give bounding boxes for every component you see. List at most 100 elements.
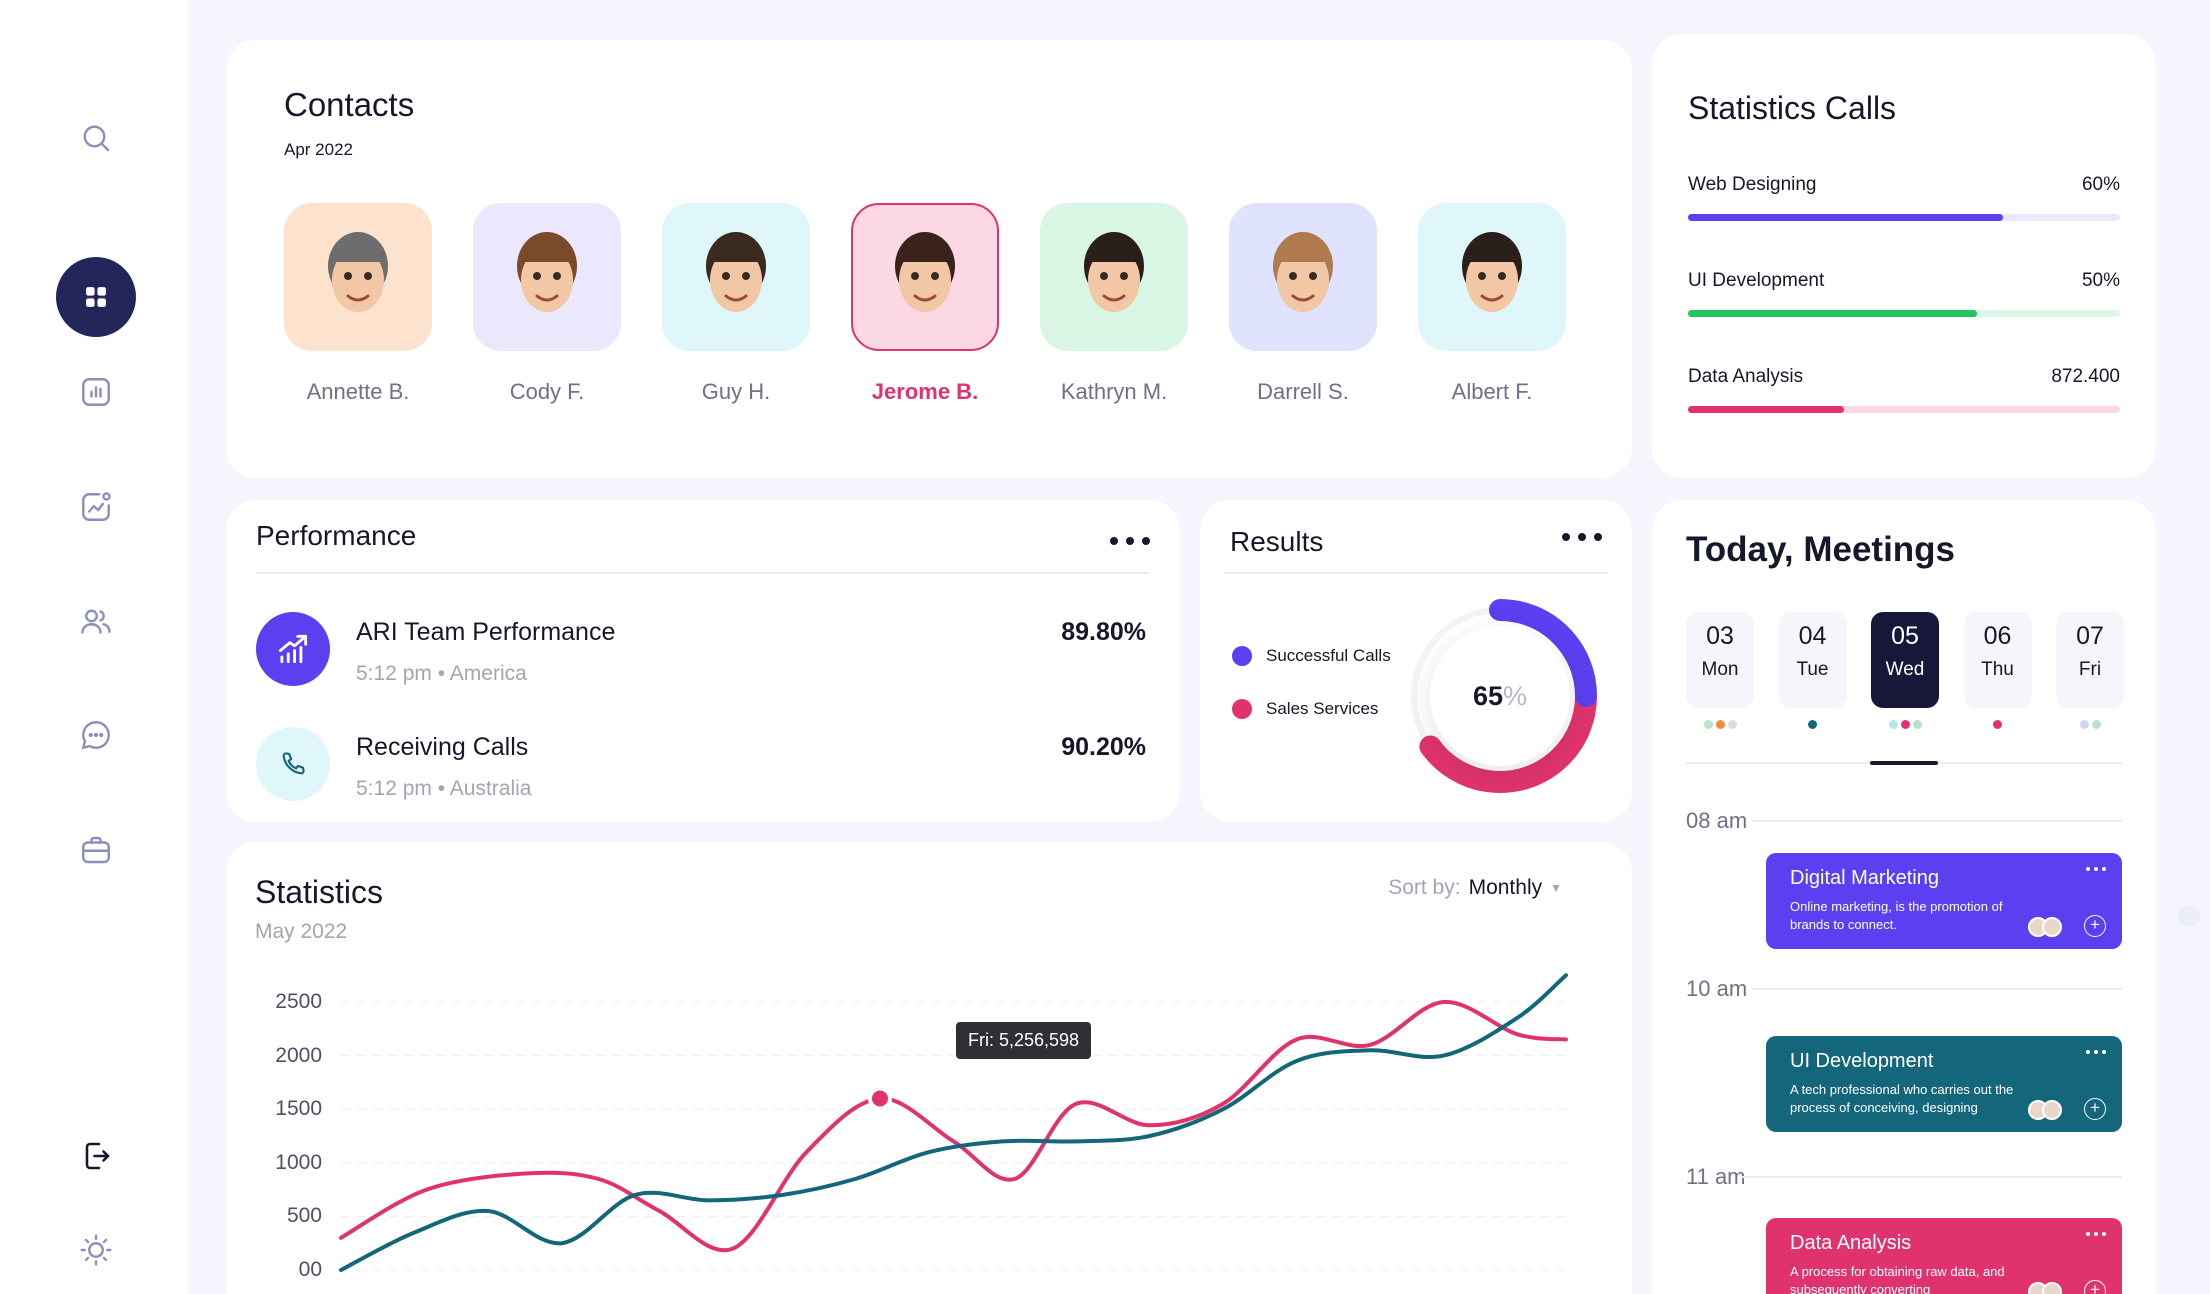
event-dot [1912,720,1922,729]
day-wed[interactable]: 05 Wed [1871,612,1939,708]
time-label: 08 am [1686,808,1748,833]
legend-swatch [1232,699,1252,719]
event-dot [1715,720,1725,729]
avatar [2042,917,2062,937]
event-title: Data Analysis [1790,1232,1912,1254]
calls-label: Data Analysis [1688,366,1804,387]
contact-item[interactable]: Guy H. [662,203,810,405]
contact-item[interactable]: Cody F. [473,203,621,405]
event-dot [1888,720,1898,729]
event-ui-development[interactable]: UI Development A tech professional who c… [1766,1036,2122,1132]
trending-up-icon [256,612,330,686]
statistics-calls-card: Statistics Calls Web Designing 60% UI Deve… [1652,34,2156,478]
progress-fill [1688,406,1844,413]
event-dot [1727,720,1737,729]
line-chart-icon[interactable] [71,482,121,532]
avatar [2042,1282,2062,1294]
more-options-icon[interactable] [2086,1232,2106,1236]
day-label: Fri [2078,659,2102,680]
contact-item[interactable]: Albert F. [1418,203,1566,405]
phone-icon [256,727,330,801]
attendees [2028,1282,2062,1294]
day-tue[interactable]: 04 Tue [1778,612,1847,708]
scroll-indicator[interactable] [2178,905,2200,927]
day-label: Tue [1796,659,1829,680]
contact-name: Darrell S. [1257,379,1349,404]
contact-item[interactable]: Annette B. [284,203,432,405]
day-thu[interactable]: 06 Thu [1963,612,2032,708]
day-event-dots [1703,720,1737,729]
calls-value: 872.400 [2051,366,2120,387]
more-options-icon[interactable] [2086,1050,2106,1054]
sun-icon[interactable] [71,1225,121,1275]
performance-meta: 5:12 pm • America [356,662,527,685]
day-fri[interactable]: 07 Fri [2056,612,2124,708]
time-line [1752,820,2122,822]
day-mon[interactable]: 03 Mon [1686,612,1754,708]
legend-item: Sales Services [1232,699,1378,719]
more-options-icon[interactable] [1562,533,1602,541]
calls-title: Statistics Calls [1688,90,1897,126]
day-event-dots [1888,720,1922,729]
progress-track [1688,214,2120,221]
divider [256,572,1150,574]
performance-name: ARI Team Performance [356,618,616,646]
more-options-icon[interactable] [2086,867,2106,871]
logout-icon[interactable] [71,1131,121,1181]
event-description: Online marketing, is the promotion of br… [1790,899,2003,932]
chart-tooltip: Fri: 5,256,598 [956,1022,1092,1059]
more-options-icon[interactable] [1110,537,1150,545]
contact-name: Jerome B. [871,379,979,404]
time-label: 10 am [1686,976,1748,1001]
add-icon[interactable]: + [2084,915,2106,937]
progress-track [1688,406,2120,413]
chat-icon[interactable] [71,710,121,760]
contact-item[interactable]: Jerome B. [851,203,999,405]
performance-meta: 5:12 pm • Australia [356,777,532,800]
calls-value: 60% [2081,174,2120,195]
avatar [1229,203,1377,351]
legend-swatch [1232,646,1252,666]
legend-item: Successful Calls [1232,646,1391,666]
search-icon[interactable] [71,113,121,163]
contact-name: Cody F. [509,379,585,404]
event-dot [2091,720,2101,729]
contact-item[interactable]: Kathryn M. [1040,203,1188,405]
performance-value: 90.20% [1061,733,1146,761]
divider [1224,572,1608,574]
series-line-pink [339,999,1568,1253]
briefcase-icon[interactable] [71,825,121,875]
active-day-indicator [1870,761,1938,765]
contact-name: Kathryn M. [1060,379,1168,404]
results-card: Results Successful Calls Sales Services … [1200,500,1632,822]
performance-name: Receiving Calls [356,733,529,761]
time-label: 11 am [1686,1164,1746,1189]
results-title: Results [1230,526,1324,557]
event-data-analysis[interactable]: Data Analysis A process for obtaining ra… [1766,1218,2122,1294]
meetings-title: Today, Meetings [1686,530,1956,569]
contact-name: Guy H. [701,379,771,404]
event-digital-marketing[interactable]: Digital Marketing Online marketing, is t… [1766,853,2122,949]
event-title: Digital Marketing [1790,867,1939,889]
bar-chart-icon[interactable] [71,367,121,417]
users-icon[interactable] [71,597,121,647]
meetings-card: Today, Meetings 03 Mon 04 Tue 05 Wed 06 Thu 07 Fr… [1652,500,2156,1294]
event-description: A process for obtaining raw data, and su… [1790,1264,2005,1294]
avatar [473,203,621,351]
avatar [1040,203,1188,351]
performance-card: Performance ARI Team Performance 5:12 pm… [226,500,1180,822]
day-number: 05 [1891,622,1919,650]
add-icon[interactable]: + [2084,1280,2106,1294]
contacts-card: Contacts Apr 2022 Annette B. Cody F. Guy H… [226,40,1632,478]
avatar [662,203,810,351]
performance-row[interactable]: Receiving Calls 5:12 pm • Australia 90.2… [256,727,1146,807]
legend-label: Sales Services [1266,699,1379,718]
event-description: A tech professional who carries out the … [1790,1082,2014,1115]
performance-row[interactable]: ARI Team Performance 5:12 pm • America 8… [256,612,1146,692]
highlight-point [868,1086,892,1111]
grid-icon[interactable] [56,257,136,337]
sidebar [0,0,188,1294]
contact-item[interactable]: Darrell S. [1229,203,1377,405]
add-icon[interactable]: + [2084,1098,2106,1120]
day-label: Wed [1885,659,1925,680]
